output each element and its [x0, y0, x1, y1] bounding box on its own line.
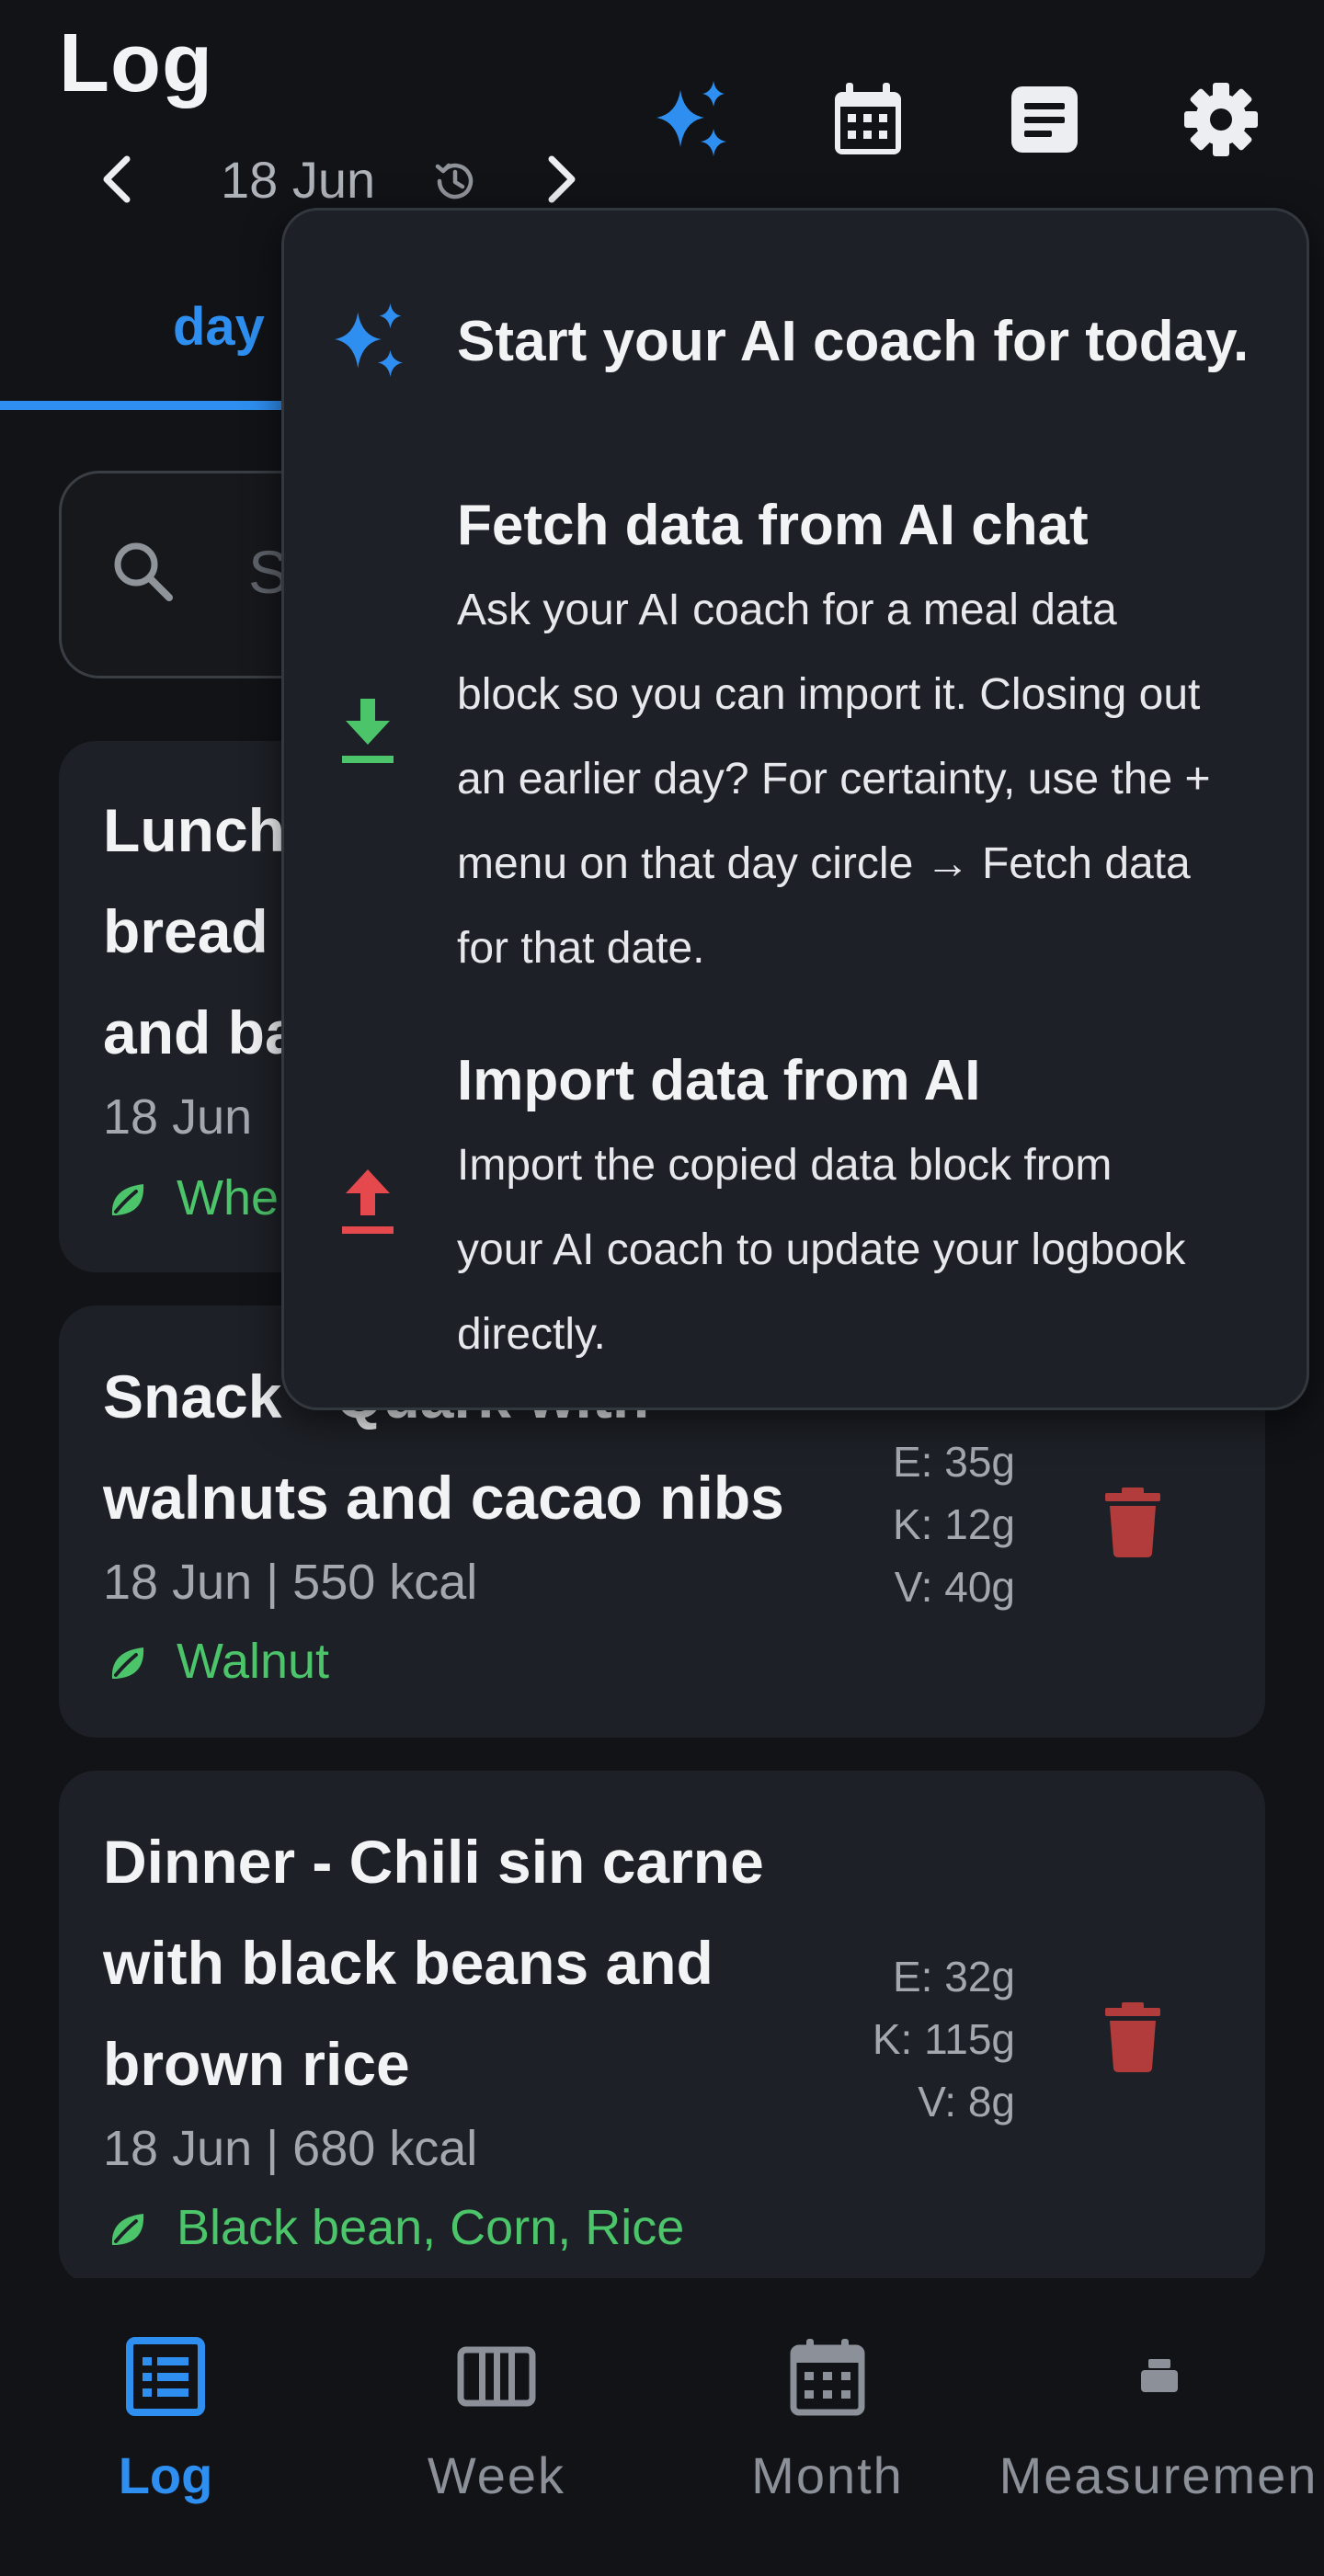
meal-meta: 18 Jun | 680 kcal: [103, 2121, 478, 2176]
upload-icon: [342, 1169, 394, 1234]
meal-title: Lunch bread and ba: [103, 796, 299, 1066]
scale-icon: [1141, 2359, 1178, 2392]
meal-title: Dinner - Chili sin carne with black bean…: [103, 1828, 764, 2098]
ai-coach-button[interactable]: [649, 77, 734, 162]
tab-indicator: [0, 401, 294, 410]
ingredient-tags: Walnut: [177, 1634, 330, 1689]
calendar-button[interactable]: [826, 77, 910, 162]
ai-coach-start-item[interactable]: Start your AI coach for today.: [457, 309, 1249, 374]
gear-icon: [1184, 83, 1258, 156]
nav-month[interactable]: Month: [662, 2335, 993, 2505]
fetch-data-description: Ask your AI coach for a meal data block …: [457, 586, 1211, 973]
chevron-right-icon[interactable]: [542, 152, 583, 207]
meal-meta: 18 Jun | 550 kcal: [103, 1555, 478, 1610]
tab-day[interactable]: day: [173, 296, 265, 358]
calendar-icon: [790, 2339, 865, 2416]
trash-icon[interactable]: [1105, 2002, 1160, 2072]
trash-icon[interactable]: [1105, 1487, 1160, 1557]
leaf-icon: [111, 1647, 144, 1679]
nav-label: Week: [427, 2446, 566, 2504]
search-icon: [114, 542, 173, 601]
list-icon: [126, 2337, 205, 2416]
leaf-icon: [111, 2214, 144, 2245]
ingredient-tags: Black bean, Corn, Rice: [177, 2200, 685, 2255]
fetch-data-title: Fetch data from AI chat: [457, 494, 1089, 557]
notes-button[interactable]: [1002, 77, 1087, 162]
nav-label: Measuremen: [999, 2446, 1318, 2504]
macros: E: 32g K: 115g V: 8g: [872, 1953, 1015, 2126]
current-date[interactable]: 18 Jun: [221, 150, 375, 210]
meal-meta: 18 Jun: [103, 1089, 253, 1145]
leaf-icon: [111, 1184, 144, 1215]
sparkles-icon: [334, 302, 404, 378]
calendar-icon: [835, 83, 901, 154]
macros: E: 35g K: 12g V: 40g: [893, 1438, 1015, 1611]
nav-log[interactable]: Log: [0, 2335, 331, 2505]
notes-icon: [1011, 86, 1078, 153]
page-title: Log: [59, 17, 213, 109]
settings-button[interactable]: [1179, 77, 1263, 162]
import-data-description: Import the copied data block from your A…: [457, 1141, 1186, 1359]
ingredient-tags: Whe: [177, 1170, 280, 1225]
sparkles-icon: [656, 81, 726, 156]
week-columns-icon: [457, 2346, 536, 2407]
nav-label: Log: [118, 2446, 213, 2504]
history-icon[interactable]: [430, 156, 480, 206]
download-icon: [342, 699, 394, 763]
nav-label: Month: [751, 2446, 904, 2504]
chevron-left-icon[interactable]: [96, 152, 136, 207]
import-data-title: Import data from AI: [457, 1049, 981, 1112]
nav-measurements[interactable]: Measuremen: [993, 2335, 1324, 2505]
nav-week[interactable]: Week: [331, 2335, 662, 2505]
